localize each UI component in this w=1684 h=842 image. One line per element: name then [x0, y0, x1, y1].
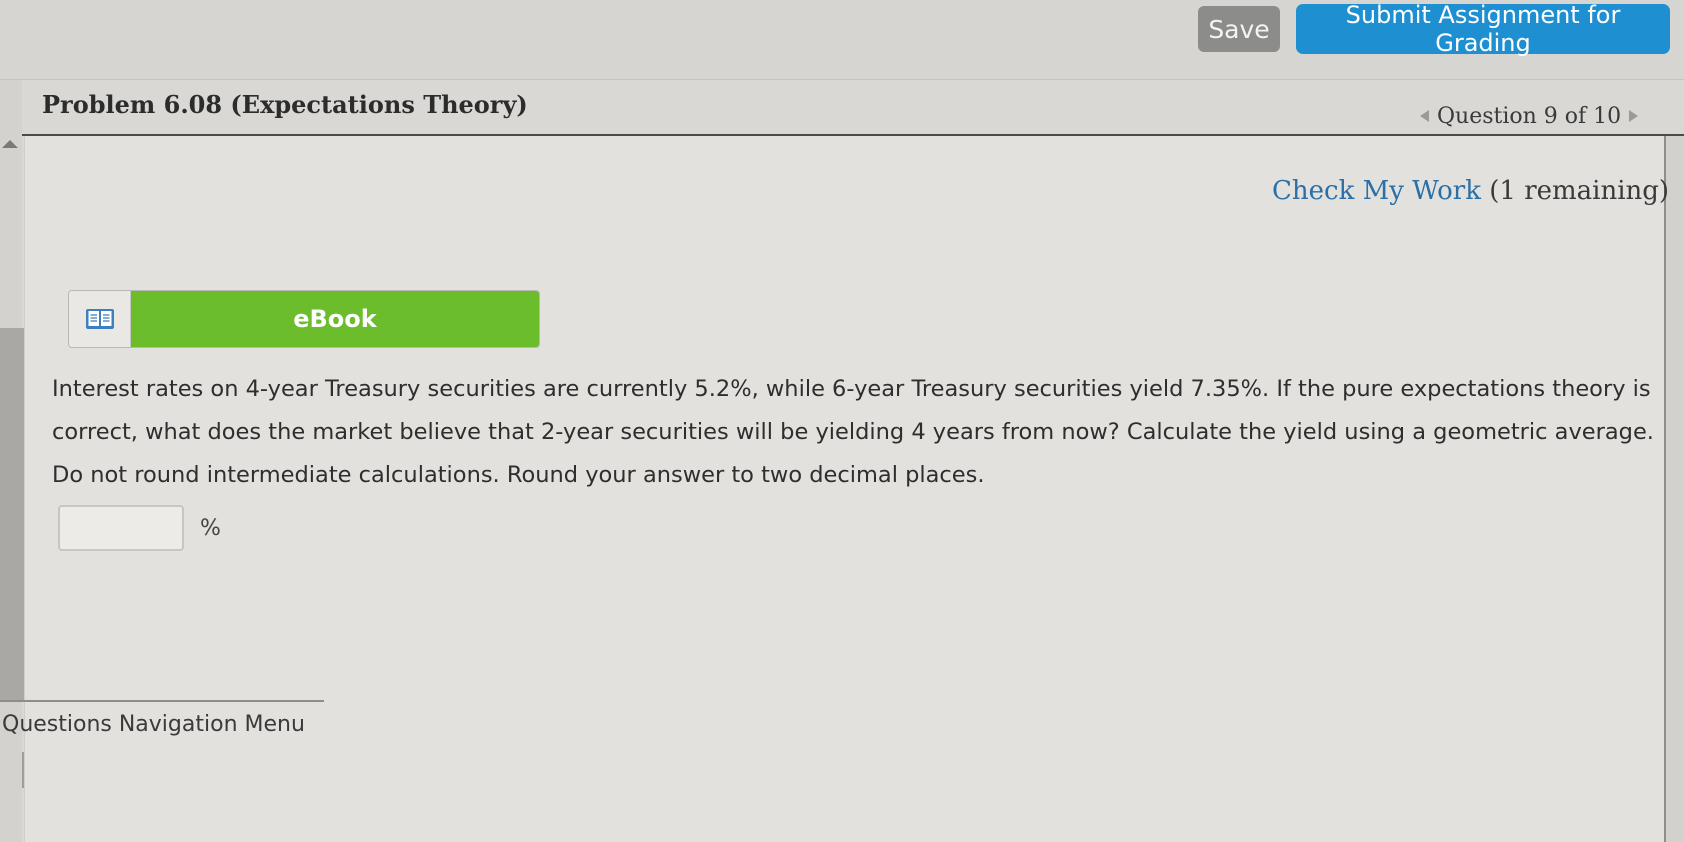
questions-navigation-menu[interactable]: Questions Navigation Menu [2, 712, 305, 737]
page-title: Problem 6.08 (Expectations Theory) [42, 90, 528, 119]
next-question-icon[interactable] [1629, 110, 1639, 122]
answer-input[interactable] [58, 505, 184, 551]
ebook-button[interactable]: eBook [68, 290, 540, 348]
question-navigator: Question 9 of 10 [1420, 100, 1639, 132]
nav-menu-divider [0, 700, 324, 702]
question-counter: Question 9 of 10 [1437, 103, 1622, 129]
ebook-label[interactable]: eBook [131, 291, 539, 347]
right-scroll-edge [1664, 136, 1684, 842]
assignment-page: Save Submit Assignment for Grading Probl… [0, 0, 1684, 842]
collapse-up-icon[interactable] [2, 140, 18, 148]
question-text: Interest rates on 4-year Treasury securi… [52, 376, 1654, 488]
previous-question-icon[interactable] [1420, 110, 1429, 122]
check-my-work-link[interactable]: Check My Work [1272, 176, 1481, 206]
check-my-work-remaining: (1 remaining) [1489, 176, 1670, 206]
top-toolbar: Save Submit Assignment for Grading [0, 0, 1684, 80]
save-button[interactable]: Save [1198, 6, 1280, 52]
submit-assignment-button[interactable]: Submit Assignment for Grading [1296, 1, 1670, 57]
answer-unit: % [200, 515, 221, 541]
answer-row: % [58, 504, 221, 552]
check-my-work: Check My Work (1 remaining) [1272, 176, 1669, 206]
book-icon[interactable] [69, 291, 131, 347]
